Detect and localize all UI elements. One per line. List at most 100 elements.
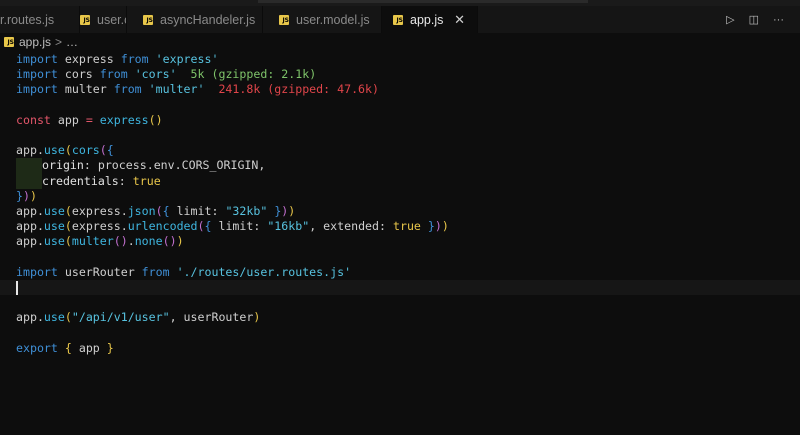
token: "16kb" <box>267 219 310 234</box>
token: credentials <box>42 173 119 188</box>
token: ( <box>99 143 107 158</box>
token: use <box>43 234 65 249</box>
js-file-icon: JS <box>80 14 90 25</box>
command-center[interactable] <box>258 0 588 3</box>
token: "/api/v1/user" <box>71 310 170 325</box>
js-file-icon: JS <box>4 37 14 47</box>
code-line: import express from 'express' <box>16 52 800 67</box>
token: , extended: <box>309 219 393 234</box>
token: use <box>43 310 65 325</box>
token: app. <box>16 234 44 249</box>
tab-app[interactable]: JS app.js ✕ <box>382 6 478 33</box>
js-file-icon: JS <box>279 14 289 25</box>
import-size-hint: 241.8k (gzipped: 47.6k) <box>204 82 379 97</box>
token: ) <box>441 219 449 234</box>
token: const <box>16 112 51 127</box>
token: export <box>16 340 58 355</box>
token: . <box>127 234 135 249</box>
code-line: credentials: true <box>16 173 800 189</box>
token: 'express' <box>155 52 219 66</box>
token: app <box>50 112 86 127</box>
token: express. <box>71 219 128 234</box>
code-line: app.use(multer().none()) <box>16 234 800 249</box>
code-line: export { app } <box>16 341 800 356</box>
token: : process.env.CORS_ORIGIN, <box>83 158 266 173</box>
token: { <box>106 143 114 158</box>
code-line: const app = express() <box>16 113 800 128</box>
token: json <box>127 203 156 218</box>
current-line[interactable] <box>0 279 800 295</box>
code-line: app.use("/api/v1/user", userRouter) <box>16 310 800 325</box>
token: ) <box>288 203 296 218</box>
token: userRouter <box>57 264 142 279</box>
token: use <box>43 203 65 218</box>
code-line: app.use(express.urlencoded({ limit: "16k… <box>16 219 800 234</box>
token: cors <box>57 67 100 82</box>
tab-label: user.controller.js <box>97 12 126 27</box>
token: true <box>132 173 161 188</box>
js-file-icon: JS <box>143 14 153 25</box>
run-icon[interactable]: ▷ <box>726 13 734 26</box>
tab-async-handeler[interactable]: JS asyncHandeler.js <box>127 6 263 33</box>
breadcrumb-separator: > <box>55 35 63 49</box>
token: ( <box>197 219 205 234</box>
token: multer <box>71 234 114 249</box>
token: { <box>162 203 170 218</box>
token: './routes/user.routes.js' <box>176 264 352 279</box>
token: ) <box>22 188 30 203</box>
token: use <box>43 143 65 158</box>
token: 'cors' <box>134 67 177 82</box>
close-icon[interactable]: ✕ <box>454 12 465 28</box>
token: () <box>148 112 163 127</box>
token: app. <box>16 219 44 234</box>
token: ( <box>64 203 72 218</box>
token: ( <box>155 203 163 218</box>
breadcrumb-file[interactable]: app.js <box>19 35 51 49</box>
token: { <box>64 340 72 355</box>
token: ) <box>29 188 37 203</box>
tab-user-model[interactable]: JS user.model.js <box>263 6 382 33</box>
tab-label: user.model.js <box>296 12 370 27</box>
token: app. <box>16 310 44 325</box>
token: ) <box>176 234 184 249</box>
token: import <box>16 264 58 279</box>
code-editor[interactable]: import express from 'express' import cor… <box>0 52 800 356</box>
indent-guide <box>16 158 42 174</box>
split-editor-icon[interactable]: ◫ <box>749 13 759 26</box>
indent-guide <box>16 173 42 189</box>
code-line: origin: process.env.CORS_ORIGIN, <box>16 158 800 174</box>
more-actions-icon[interactable]: ··· <box>773 14 784 26</box>
tab-label: asyncHandeler.js <box>160 12 256 27</box>
token: origin <box>42 158 84 173</box>
token: from <box>113 82 142 97</box>
token: ) <box>253 310 261 325</box>
token: limit: <box>169 203 226 218</box>
breadcrumb-symbol[interactable]: … <box>66 35 78 49</box>
token: } <box>427 219 435 234</box>
token: import <box>16 82 58 97</box>
code-line: })) <box>16 189 800 204</box>
token: ( <box>64 234 72 249</box>
token: } <box>106 340 114 355</box>
tab-label: app.js <box>410 12 444 27</box>
token: : <box>118 173 133 188</box>
token: app. <box>16 143 44 158</box>
breadcrumb: JS app.js > … <box>0 33 800 51</box>
token: express <box>99 112 149 127</box>
tab-user-controller[interactable]: JS user.controller.js <box>0 6 127 33</box>
token: app. <box>16 203 44 218</box>
token: true <box>392 219 421 234</box>
token: ( <box>64 310 72 325</box>
token: express. <box>71 203 128 218</box>
editor-actions: ▷ ◫ ··· <box>726 6 800 33</box>
js-file-icon: JS <box>393 14 403 25</box>
